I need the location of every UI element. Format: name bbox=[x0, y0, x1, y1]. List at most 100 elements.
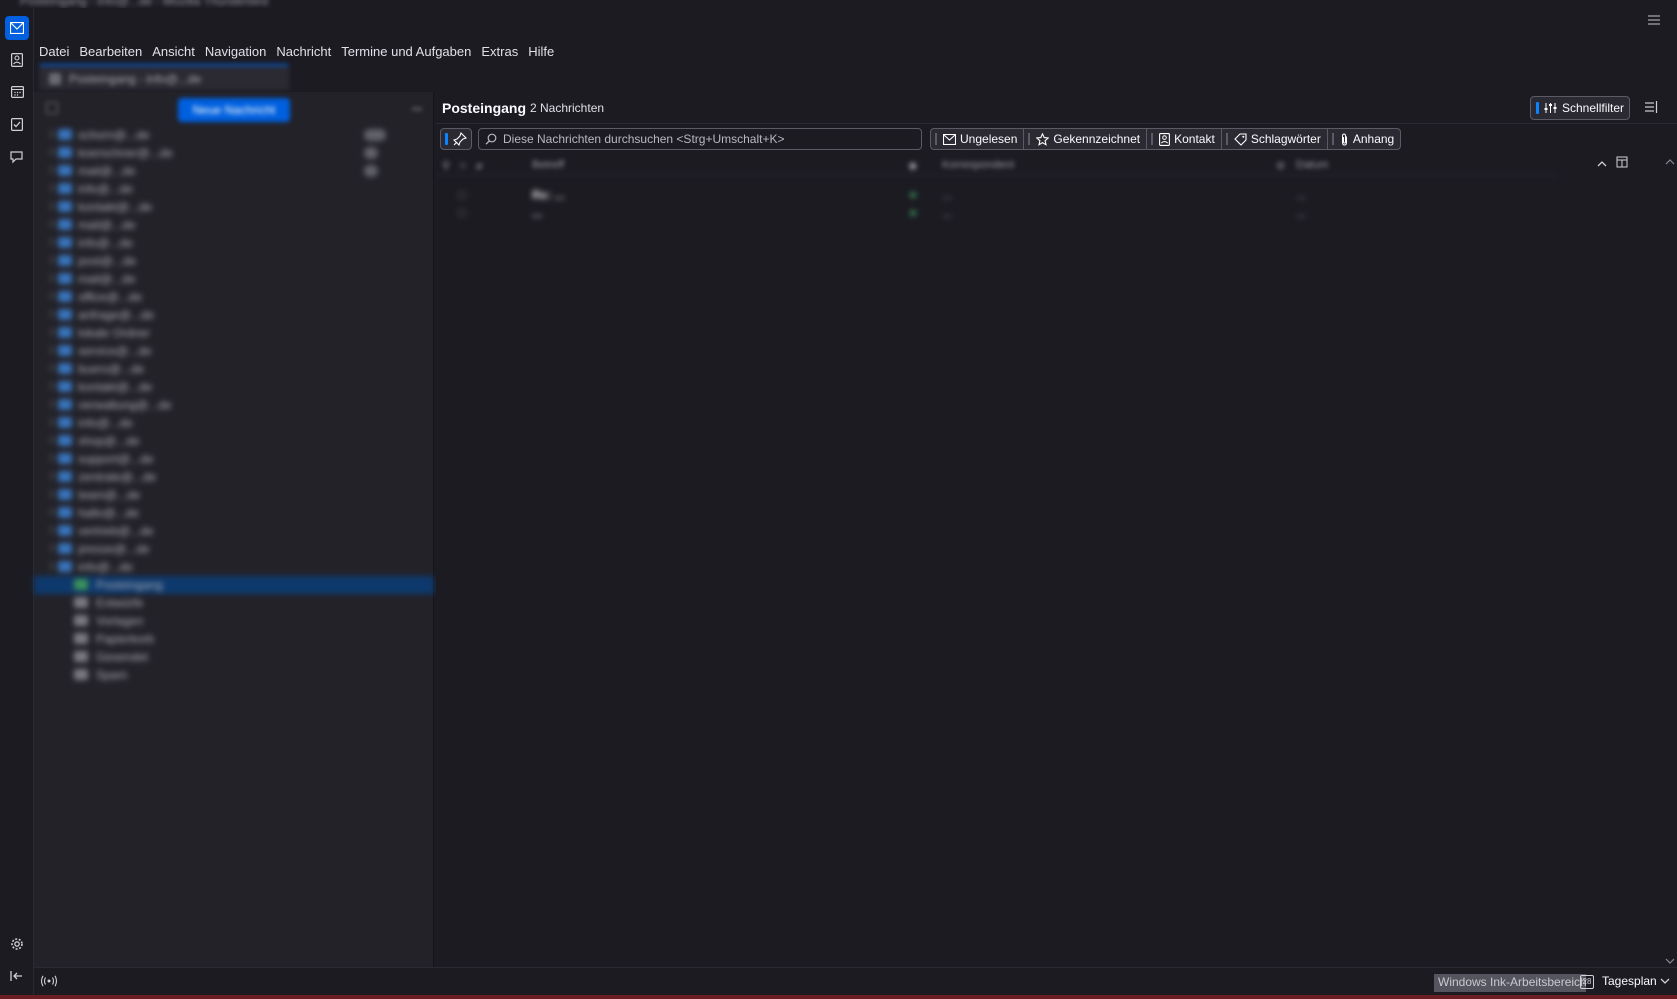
account-row[interactable]: mail@...de bbox=[34, 270, 434, 288]
account-row[interactable]: vertrieb@...de bbox=[34, 522, 434, 540]
message-star[interactable] bbox=[458, 209, 466, 217]
search-input[interactable] bbox=[501, 130, 916, 148]
menu-ansicht[interactable]: Ansicht bbox=[147, 44, 200, 59]
filter-contact-button[interactable]: Kontakt bbox=[1146, 129, 1221, 149]
expand-twisty-icon[interactable] bbox=[45, 471, 55, 481]
account-row[interactable]: shop@...de bbox=[34, 432, 434, 450]
account-row[interactable]: info@...de bbox=[34, 558, 434, 576]
settings-button[interactable] bbox=[5, 932, 29, 956]
subfolder-row[interactable]: Spam bbox=[34, 666, 434, 684]
today-pane-toggle[interactable] bbox=[1660, 977, 1670, 985]
column-subject[interactable]: Betreff bbox=[532, 159, 564, 171]
collapse-spaces-button[interactable] bbox=[5, 964, 29, 988]
subfolder-row[interactable]: Entwürfe bbox=[34, 594, 434, 612]
expand-twisty-icon[interactable] bbox=[45, 525, 55, 535]
subfolder-row[interactable]: Vorlagen bbox=[34, 612, 434, 630]
online-status-button[interactable] bbox=[40, 975, 58, 987]
filter-unread-button[interactable]: Ungelesen bbox=[931, 129, 1023, 149]
new-message-button[interactable]: Neue Nachricht bbox=[178, 98, 290, 122]
account-row[interactable]: info@...de bbox=[34, 180, 434, 198]
column-date[interactable]: Datum bbox=[1296, 159, 1328, 171]
account-row[interactable]: kontakt@...de bbox=[34, 378, 434, 396]
attachment-col-icon[interactable]: ⌀ bbox=[476, 159, 483, 172]
column-correspondent[interactable]: Korrespondent bbox=[942, 159, 1014, 171]
message-star[interactable] bbox=[458, 191, 466, 199]
expand-twisty-icon[interactable] bbox=[45, 237, 55, 247]
menu-extras[interactable]: Extras bbox=[476, 44, 523, 59]
expand-twisty-icon[interactable] bbox=[45, 147, 55, 157]
account-row[interactable]: team@...de bbox=[34, 486, 434, 504]
expand-twisty-icon[interactable] bbox=[45, 507, 55, 517]
account-row[interactable]: schorn@...de bbox=[34, 126, 434, 144]
subfolder-row[interactable]: Papierkorb bbox=[34, 630, 434, 648]
menu-navigation[interactable]: Navigation bbox=[200, 44, 271, 59]
expand-twisty-icon[interactable] bbox=[45, 327, 55, 337]
expand-twisty-icon[interactable] bbox=[45, 381, 55, 391]
today-calendar-icon[interactable]: 28 bbox=[1580, 975, 1594, 989]
menu-nachricht[interactable]: Nachricht bbox=[271, 44, 336, 59]
read-status-dot[interactable] bbox=[910, 192, 916, 198]
menu-datei[interactable]: Datei bbox=[34, 44, 74, 59]
quickfilter-button[interactable]: Schnellfilter bbox=[1530, 96, 1630, 120]
more-options-icon[interactable] bbox=[412, 108, 422, 110]
expand-twisty-icon[interactable] bbox=[45, 201, 55, 211]
account-row[interactable]: hallo@...de bbox=[34, 504, 434, 522]
sticky-filter-button[interactable] bbox=[440, 128, 472, 150]
account-row[interactable]: office@...de bbox=[34, 288, 434, 306]
expand-twisty-icon[interactable] bbox=[45, 399, 55, 409]
subfolder-row[interactable]: Gesendet bbox=[34, 648, 434, 666]
filter-tags-button[interactable]: Schlagwörter bbox=[1220, 129, 1327, 149]
account-row[interactable]: info@...de bbox=[34, 234, 434, 252]
account-row[interactable]: service@...de bbox=[34, 342, 434, 360]
menu-hilfe[interactable]: Hilfe bbox=[523, 44, 559, 59]
expand-twisty-icon[interactable] bbox=[45, 489, 55, 499]
account-row[interactable]: presse@...de bbox=[34, 540, 434, 558]
menu-bearbeiten[interactable]: Bearbeiten bbox=[74, 44, 147, 59]
expand-twisty-icon[interactable] bbox=[45, 129, 55, 139]
expand-twisty-icon[interactable] bbox=[45, 345, 55, 355]
expand-twisty-icon[interactable] bbox=[45, 543, 55, 553]
tasks-space-button[interactable] bbox=[5, 112, 29, 136]
column-options-button[interactable] bbox=[1616, 156, 1632, 172]
filter-starred-button[interactable]: Gekennzeichnet bbox=[1023, 129, 1146, 149]
menu-termine[interactable]: Termine und Aufgaben bbox=[336, 44, 476, 59]
account-row[interactable]: kontakt@...de bbox=[34, 198, 434, 216]
account-row[interactable]: zentrale@...de bbox=[34, 468, 434, 486]
expand-twisty-icon[interactable] bbox=[45, 561, 55, 571]
star-col-icon[interactable]: ☆ bbox=[458, 159, 468, 172]
subfolder-row[interactable]: Posteingang bbox=[34, 576, 434, 594]
account-row[interactable]: lokale Ordner bbox=[34, 324, 434, 342]
read-col-icon[interactable]: ◉ bbox=[908, 159, 918, 172]
column-picker-button[interactable] bbox=[1596, 158, 1612, 174]
expand-twisty-icon[interactable] bbox=[45, 183, 55, 193]
expand-twisty-icon[interactable] bbox=[45, 309, 55, 319]
expand-twisty-icon[interactable] bbox=[45, 255, 55, 265]
account-row[interactable]: anfrage@...de bbox=[34, 306, 434, 324]
calendar-space-button[interactable] bbox=[5, 79, 29, 103]
junk-col-icon[interactable]: ⊘ bbox=[1276, 159, 1285, 172]
display-options-button[interactable] bbox=[1644, 100, 1660, 116]
account-row[interactable]: verwaltung@...de bbox=[34, 396, 434, 414]
account-row[interactable]: mail@...de bbox=[34, 162, 434, 180]
expand-twisty-icon[interactable] bbox=[45, 363, 55, 373]
thread-scrollbar[interactable] bbox=[1663, 156, 1677, 967]
account-row[interactable]: post@...de bbox=[34, 252, 434, 270]
expand-twisty-icon[interactable] bbox=[45, 165, 55, 175]
account-row[interactable]: info@...de bbox=[34, 414, 434, 432]
account-row[interactable]: buero@...de bbox=[34, 360, 434, 378]
search-field[interactable] bbox=[478, 128, 922, 150]
account-row[interactable]: mail@...de bbox=[34, 216, 434, 234]
account-row[interactable]: support@...de bbox=[34, 450, 434, 468]
expand-twisty-icon[interactable] bbox=[45, 417, 55, 427]
mail-space-button[interactable] bbox=[5, 16, 29, 40]
folder-mode-icon[interactable] bbox=[46, 102, 58, 114]
expand-twisty-icon[interactable] bbox=[45, 291, 55, 301]
message-row[interactable]: Re: ... ... ... bbox=[436, 186, 1558, 204]
address-book-space-button[interactable] bbox=[5, 48, 29, 72]
message-row[interactable]: ... ... ... bbox=[436, 204, 1558, 222]
account-row[interactable]: koerschner@...de bbox=[34, 144, 434, 162]
filter-attachment-button[interactable]: Anhang bbox=[1326, 129, 1400, 149]
expand-twisty-icon[interactable] bbox=[45, 219, 55, 229]
today-pane-label[interactable]: Tagesplan bbox=[1602, 974, 1657, 988]
thread-col-icon[interactable]: ⚲ bbox=[442, 159, 450, 172]
